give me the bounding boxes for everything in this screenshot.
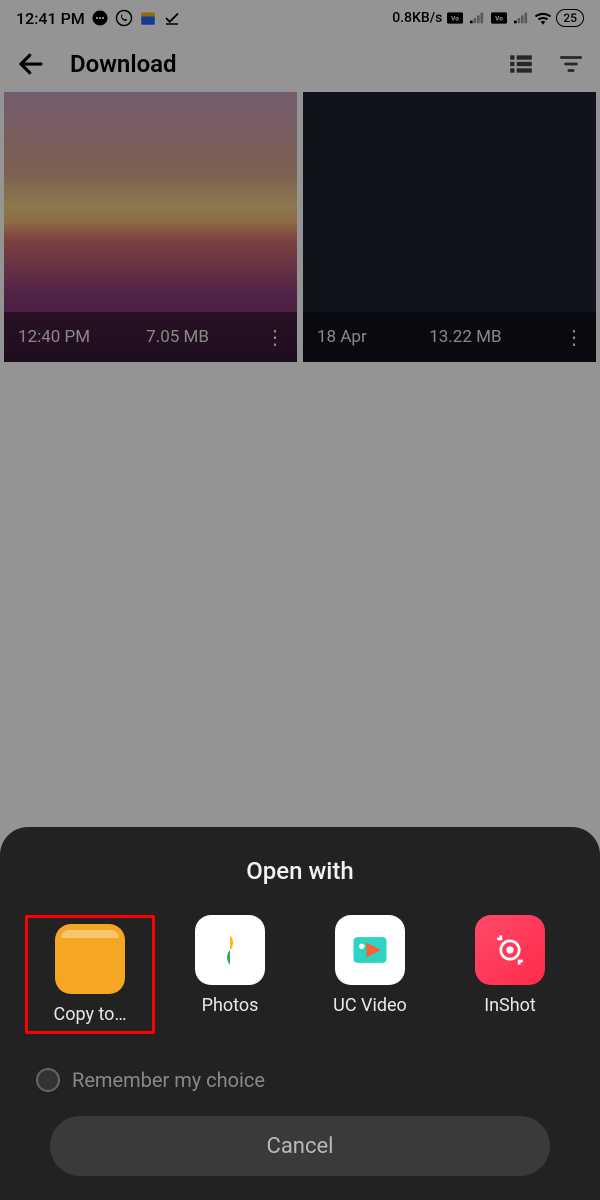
radio-unchecked-icon[interactable]	[36, 1068, 60, 1092]
video-thumbnail[interactable]: 12:40 PM 7.05 MB ⋮	[4, 92, 297, 362]
check-icon	[163, 9, 181, 27]
thumb-size: 7.05 MB	[146, 327, 209, 347]
app-option-photos[interactable]: Photos	[165, 915, 295, 1034]
app-option-uc-video[interactable]: UC Video	[305, 915, 435, 1034]
filter-icon[interactable]	[558, 51, 584, 77]
app-label: Photos	[202, 995, 259, 1016]
svg-text:Vo: Vo	[496, 14, 504, 22]
app-header: Download	[0, 36, 600, 92]
sheet-title: Open with	[20, 857, 580, 885]
remember-label: Remember my choice	[72, 1068, 265, 1092]
thumb-time: 18 Apr	[317, 327, 367, 347]
photos-icon	[195, 915, 265, 985]
video-grid: 12:40 PM 7.05 MB ⋮ 18 Apr 13.22 MB ⋮	[0, 92, 600, 362]
status-speed: 0.8KB/s	[392, 10, 442, 26]
video-thumbnail[interactable]: 18 Apr 13.22 MB ⋮	[303, 92, 596, 362]
app-label: InShot	[484, 995, 536, 1016]
messages-icon	[91, 9, 109, 27]
remember-choice-row[interactable]: Remember my choice	[20, 1058, 580, 1116]
app-label: Copy to…	[54, 1004, 127, 1025]
whatsapp-icon	[115, 9, 133, 27]
wifi-icon	[534, 9, 552, 27]
thumb-size: 13.22 MB	[429, 327, 501, 347]
open-with-sheet: Open with Copy to… Photos	[0, 827, 600, 1200]
uc-video-icon	[335, 915, 405, 985]
more-icon[interactable]: ⋮	[265, 325, 283, 349]
battery-indicator: 25	[556, 9, 584, 27]
signal-icon-2	[512, 9, 530, 27]
view-toggle-icon[interactable]	[508, 51, 534, 77]
status-bar: 12:41 PM 0.8KB/s Vo Vo 25	[0, 0, 600, 36]
app-option-copy-to[interactable]: Copy to…	[25, 915, 155, 1034]
status-time: 12:41 PM	[16, 9, 85, 28]
signal-icon-1	[468, 9, 486, 27]
app-label: UC Video	[333, 995, 407, 1016]
folder-icon	[55, 924, 125, 994]
cancel-button[interactable]: Cancel	[50, 1116, 550, 1176]
volte-icon: Vo	[446, 9, 464, 27]
more-icon[interactable]: ⋮	[564, 325, 582, 349]
inshot-icon	[475, 915, 545, 985]
back-button[interactable]	[16, 49, 46, 79]
volte-icon-2: Vo	[490, 9, 508, 27]
app-option-inshot[interactable]: InShot	[445, 915, 575, 1034]
svg-text:Vo: Vo	[452, 14, 460, 22]
thumb-time: 12:40 PM	[18, 327, 90, 347]
calendar-icon	[139, 9, 157, 27]
page-title: Download	[70, 50, 484, 78]
